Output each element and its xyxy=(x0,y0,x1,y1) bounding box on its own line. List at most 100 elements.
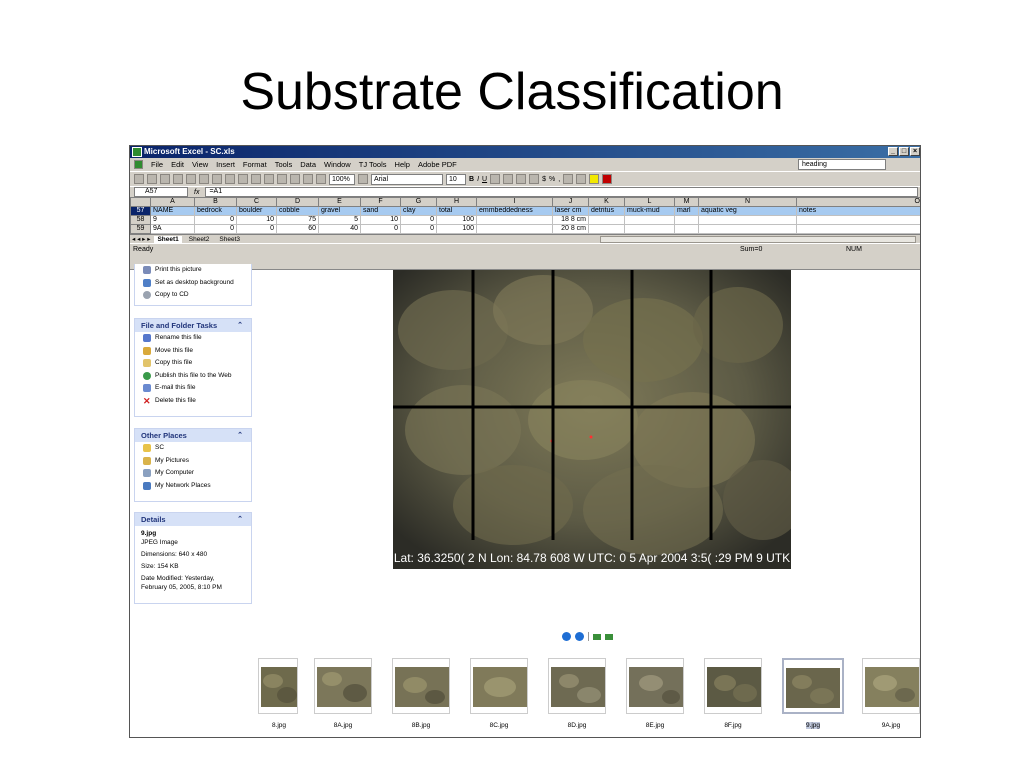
column-header[interactable]: A xyxy=(150,197,195,207)
cell[interactable]: 75 xyxy=(276,215,319,225)
cell[interactable]: sand xyxy=(360,206,401,216)
column-header[interactable]: K xyxy=(588,197,625,207)
cell[interactable] xyxy=(698,215,797,225)
cell[interactable]: 10 xyxy=(236,215,277,225)
cell[interactable]: 9A xyxy=(150,224,195,234)
menu-adobe-pdf[interactable]: Adobe PDF xyxy=(418,160,457,169)
cell[interactable] xyxy=(476,224,553,234)
help-question-box[interactable]: heading xyxy=(798,159,886,170)
task-rename[interactable]: Rename this file xyxy=(135,332,251,345)
column-header[interactable]: G xyxy=(400,197,437,207)
task-delete[interactable]: ✕ Delete this file xyxy=(135,395,251,408)
underline-button[interactable]: U xyxy=(482,176,487,183)
substrate-photo[interactable]: Lat: 36.3250( 2 N Lon: 84.78 608 W UTC: … xyxy=(393,270,791,569)
column-header[interactable]: F xyxy=(360,197,401,207)
sort-desc-icon[interactable] xyxy=(303,174,313,184)
minimize-button[interactable]: _ xyxy=(888,147,898,156)
task-move[interactable]: Move this file xyxy=(135,345,251,358)
new-icon[interactable] xyxy=(134,174,144,184)
preview-icon[interactable] xyxy=(186,174,196,184)
cell[interactable]: emmbeddedness xyxy=(476,206,553,216)
cell[interactable]: 0 xyxy=(236,224,277,234)
tab-sheet1[interactable]: Sheet1 xyxy=(154,235,182,243)
cell[interactable]: bedrock xyxy=(194,206,237,216)
task-copy-to-cd[interactable]: Copy to CD xyxy=(135,289,251,302)
align-center-icon[interactable] xyxy=(503,174,514,184)
fill-color-icon[interactable] xyxy=(589,174,600,184)
cell[interactable] xyxy=(674,215,699,225)
cell[interactable]: cobble xyxy=(276,206,319,216)
thumbnail[interactable]: 8A.jpg xyxy=(312,658,374,737)
undo-icon[interactable] xyxy=(251,174,261,184)
spelling-icon[interactable] xyxy=(199,174,209,184)
column-header[interactable]: B xyxy=(194,197,237,207)
collapse-chevron-icon[interactable]: ⌃ xyxy=(237,513,243,526)
font-color-icon[interactable] xyxy=(602,174,613,184)
cell[interactable]: 0 xyxy=(194,224,237,234)
cell[interactable]: laser cm xyxy=(552,206,589,216)
redo-icon[interactable] xyxy=(264,174,274,184)
details-header[interactable]: Details ⌃ xyxy=(135,513,251,526)
cell[interactable] xyxy=(674,224,699,234)
task-set-background[interactable]: Set as desktop background xyxy=(135,277,251,290)
cell[interactable]: 20 8 cm xyxy=(552,224,589,234)
cell[interactable]: 0 xyxy=(194,215,237,225)
cell[interactable] xyxy=(624,224,675,234)
menu-data[interactable]: Data xyxy=(300,160,316,169)
cell[interactable] xyxy=(698,224,797,234)
font-select[interactable]: Arial xyxy=(371,173,443,185)
save-icon[interactable] xyxy=(160,174,170,184)
menu-format[interactable]: Format xyxy=(243,160,267,169)
name-box[interactable]: A57 xyxy=(134,187,188,197)
task-print-picture[interactable]: Print this picture xyxy=(135,264,251,277)
cell[interactable] xyxy=(624,215,675,225)
cell[interactable] xyxy=(588,224,625,234)
tab-sheet2[interactable]: Sheet2 xyxy=(186,236,213,243)
cell[interactable]: 0 xyxy=(400,215,437,225)
cell[interactable]: gravel xyxy=(318,206,361,216)
menu-edit[interactable]: Edit xyxy=(171,160,184,169)
currency-button[interactable]: $ xyxy=(542,176,546,183)
cell[interactable]: aquatic veg xyxy=(698,206,797,216)
font-size-select[interactable]: 10 xyxy=(446,173,466,185)
cell[interactable]: 100 xyxy=(436,224,477,234)
help-icon[interactable] xyxy=(358,174,368,184)
cell[interactable]: detritus xyxy=(588,206,625,216)
fx-icon[interactable]: fx xyxy=(194,189,199,196)
cell[interactable]: marl xyxy=(674,206,699,216)
cell[interactable]: 18 8 cm xyxy=(552,215,589,225)
rotate-right-icon[interactable] xyxy=(605,633,613,640)
column-header[interactable]: J xyxy=(552,197,589,207)
cell[interactable]: 100 xyxy=(436,215,477,225)
italic-button[interactable]: I xyxy=(477,176,479,183)
column-header[interactable]: M xyxy=(674,197,699,207)
place-my-computer[interactable]: My Computer xyxy=(135,467,251,480)
cut-icon[interactable] xyxy=(212,174,222,184)
open-icon[interactable] xyxy=(147,174,157,184)
thumbnail[interactable]: 8E.jpg xyxy=(624,658,686,737)
cell[interactable]: NAME xyxy=(150,206,195,216)
task-email[interactable]: E-mail this file xyxy=(135,382,251,395)
menu-insert[interactable]: Insert xyxy=(216,160,235,169)
chart-wizard-icon[interactable] xyxy=(316,174,326,184)
row-header[interactable]: 59 xyxy=(130,224,151,234)
cell[interactable] xyxy=(796,224,920,234)
column-header[interactable]: H xyxy=(436,197,477,207)
column-header[interactable]: D xyxy=(276,197,319,207)
menu-tools[interactable]: Tools xyxy=(275,160,293,169)
place-my-pictures[interactable]: My Pictures xyxy=(135,455,251,468)
percent-button[interactable]: % xyxy=(549,176,555,183)
spreadsheet-grid[interactable]: A B C D E F G H I J K L M N O 57 NAME be… xyxy=(130,197,920,234)
merge-center-icon[interactable] xyxy=(529,174,540,184)
tab-sheet3[interactable]: Sheet3 xyxy=(216,236,243,243)
cell[interactable]: muck-mud xyxy=(624,206,675,216)
cell[interactable] xyxy=(588,215,625,225)
cell[interactable]: 0 xyxy=(360,224,401,234)
column-header[interactable]: N xyxy=(698,197,797,207)
thumbnail[interactable]: 8D.jpg xyxy=(546,658,608,737)
sort-asc-icon[interactable] xyxy=(290,174,300,184)
cell[interactable]: 60 xyxy=(276,224,319,234)
sheet-nav-icon[interactable]: ◂ ◂ ▸ ▸ xyxy=(132,235,150,243)
menu-view[interactable]: View xyxy=(192,160,208,169)
next-image-icon[interactable] xyxy=(575,632,584,641)
